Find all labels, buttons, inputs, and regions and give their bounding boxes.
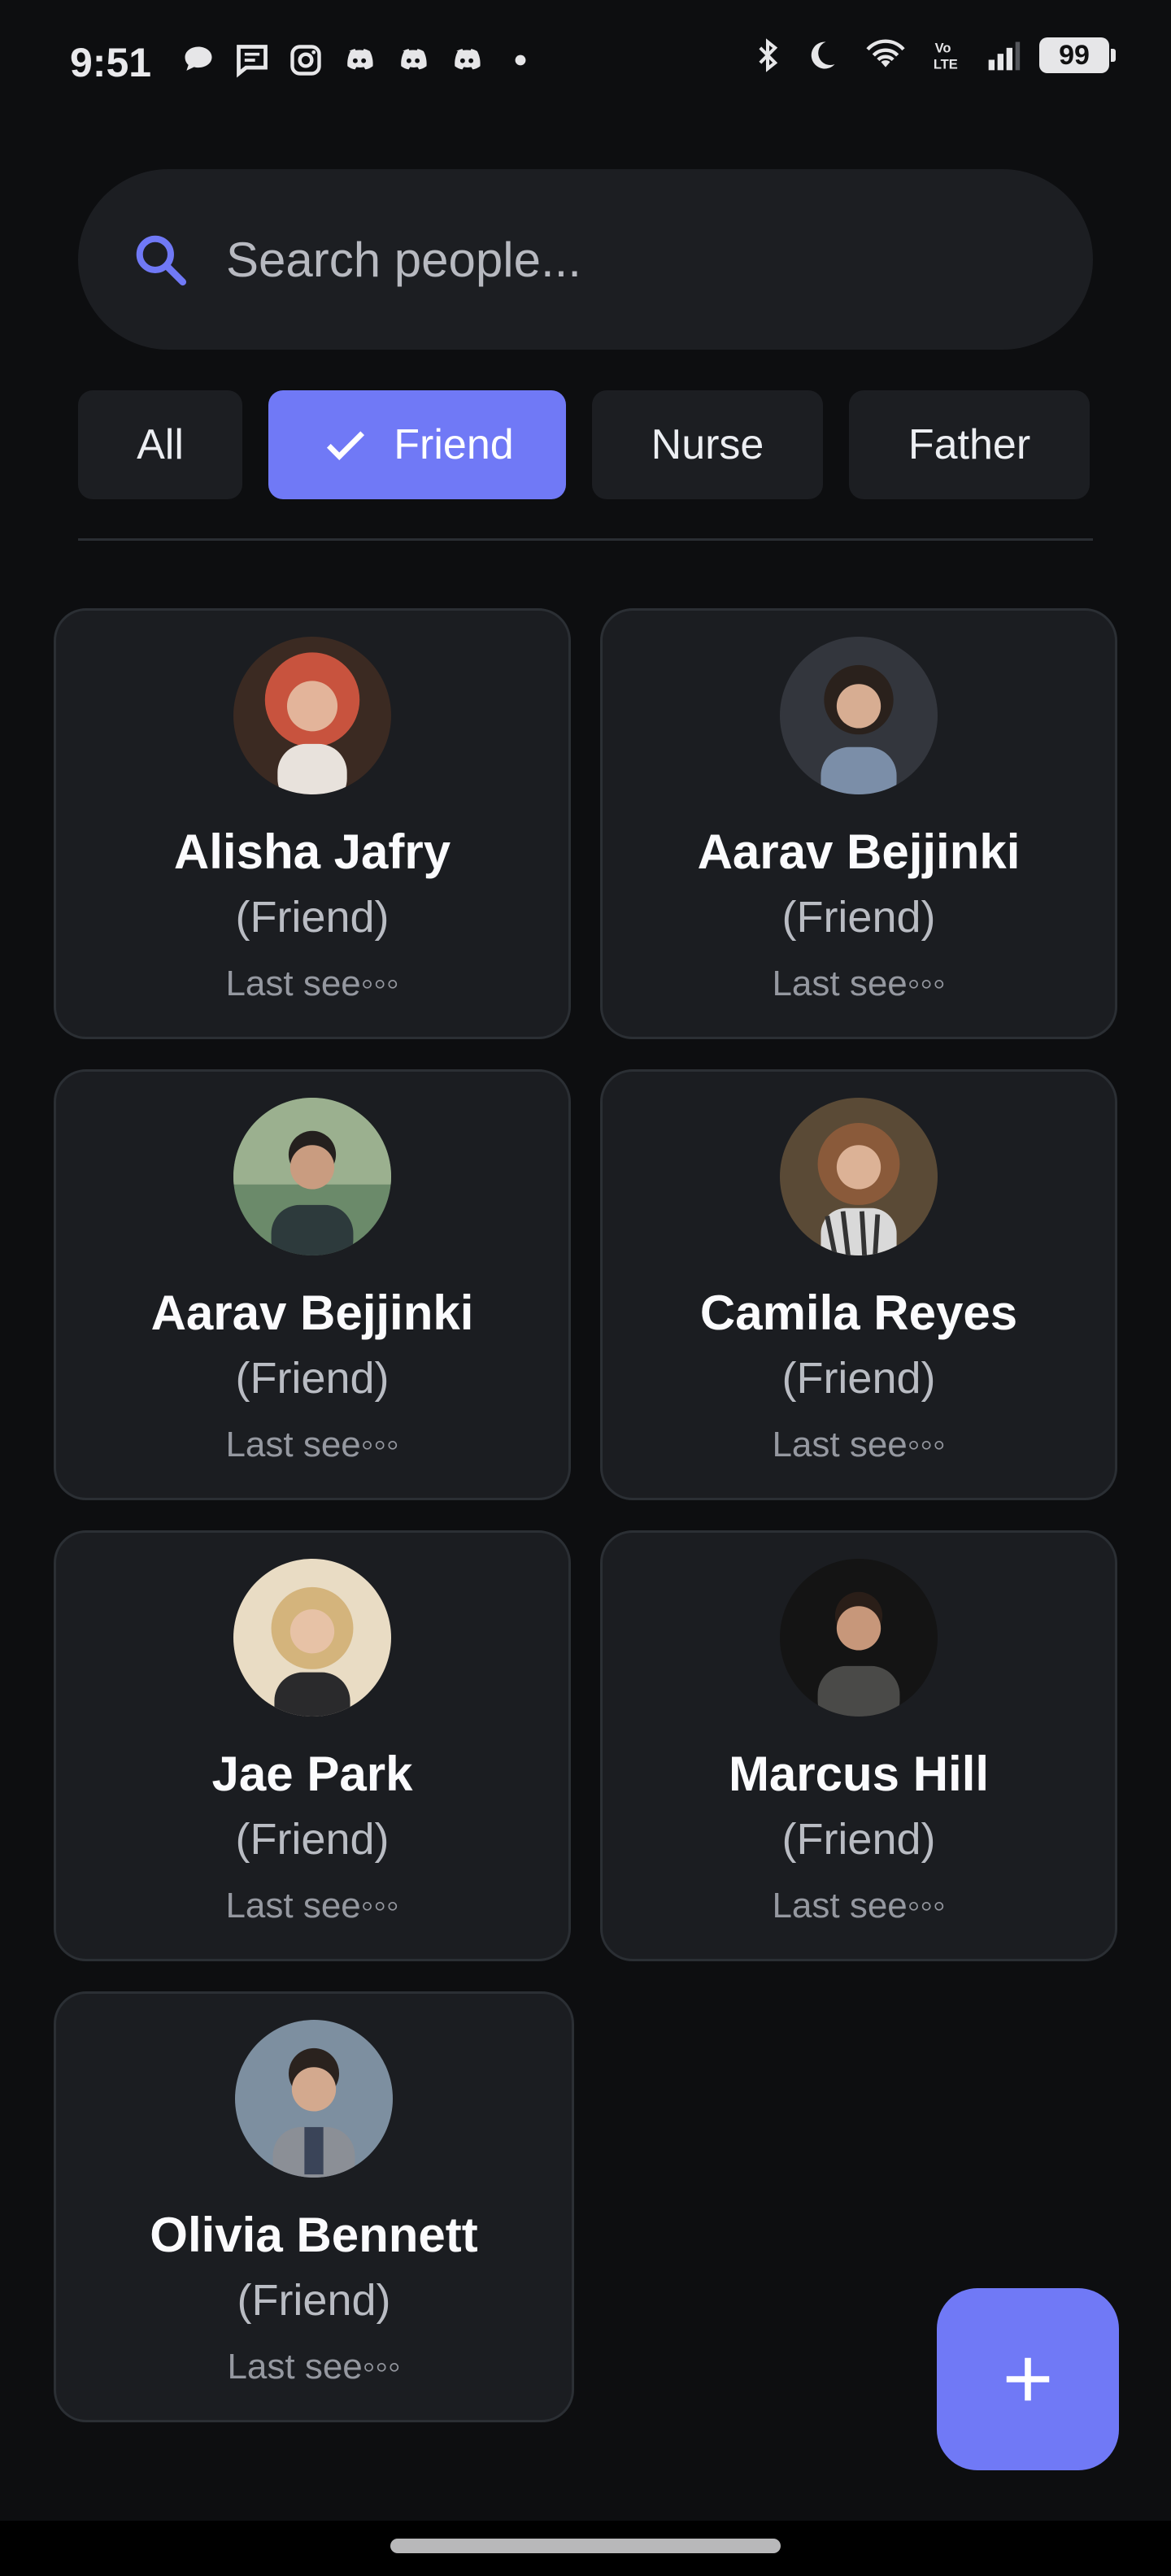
chip-label: Father xyxy=(908,421,1031,468)
last-seen: Last see◦◦◦ xyxy=(225,1425,399,1464)
person-card[interactable]: Olivia Bennett (Friend) Last see◦◦◦ xyxy=(54,1991,574,2422)
chip-label: Nurse xyxy=(651,421,764,468)
last-seen: Last see◦◦◦ xyxy=(772,964,946,1003)
person-name: Aarav Bejjinki xyxy=(697,825,1021,879)
avatar xyxy=(780,637,938,794)
avatar xyxy=(233,1559,391,1717)
svg-text:LTE: LTE xyxy=(934,58,958,72)
person-card[interactable]: Camila Reyes (Friend) Last see◦◦◦ xyxy=(600,1069,1117,1500)
dot-icon xyxy=(503,42,538,78)
last-seen: Last see◦◦◦ xyxy=(225,1886,399,1925)
instagram-icon xyxy=(288,42,324,78)
discord-icon xyxy=(342,42,377,78)
person-relation: (Friend) xyxy=(235,893,390,942)
search-icon[interactable] xyxy=(130,229,190,289)
volte-icon: Vo LTE xyxy=(932,37,968,73)
discord-icon xyxy=(449,42,485,78)
person-card[interactable]: Aarav Bejjinki (Friend) Last see◦◦◦ xyxy=(600,608,1117,1039)
search-input[interactable] xyxy=(224,218,1093,301)
status-bar: 9:51 Vo LTE 99 xyxy=(0,0,1171,130)
avatar xyxy=(233,1098,391,1255)
bluetooth-icon xyxy=(750,37,786,73)
wifi-icon xyxy=(857,37,914,73)
person-name: Jae Park xyxy=(211,1747,413,1801)
person-card[interactable]: Aarav Bejjinki (Friend) Last see◦◦◦ xyxy=(54,1069,571,1500)
person-name: Aarav Bejjinki xyxy=(150,1286,474,1340)
last-seen: Last see◦◦◦ xyxy=(225,964,399,1003)
battery-icon: 99 xyxy=(1039,37,1116,73)
chat-bubble-icon xyxy=(181,42,216,78)
search-bar[interactable] xyxy=(78,169,1093,350)
person-relation: (Friend) xyxy=(237,2276,391,2325)
signal-icon xyxy=(986,37,1021,73)
person-card[interactable]: Marcus Hill (Friend) Last see◦◦◦ xyxy=(600,1530,1117,1961)
discord-icon xyxy=(395,42,431,78)
person-card[interactable]: Jae Park (Friend) Last see◦◦◦ xyxy=(54,1530,571,1961)
filter-chip-nurse[interactable]: Nurse xyxy=(592,390,823,499)
system-icons: Vo LTE 99 xyxy=(750,37,1116,73)
person-name: Marcus Hill xyxy=(728,1747,990,1801)
person-card[interactable]: Alisha Jafry (Friend) Last see◦◦◦ xyxy=(54,608,571,1039)
person-relation: (Friend) xyxy=(781,1815,936,1864)
chip-label: All xyxy=(137,421,184,468)
avatar xyxy=(780,1098,938,1255)
avatar xyxy=(780,1559,938,1717)
last-seen: Last see◦◦◦ xyxy=(227,2347,401,2387)
status-time: 9:51 xyxy=(70,40,152,85)
moon-icon xyxy=(803,37,839,73)
filter-chips: All Friend Nurse Father xyxy=(78,390,1090,499)
message-icon xyxy=(234,42,270,78)
filter-chip-friend[interactable]: Friend xyxy=(268,390,566,499)
person-name: Camila Reyes xyxy=(699,1286,1018,1340)
person-relation: (Friend) xyxy=(235,1354,390,1403)
divider xyxy=(78,538,1093,541)
add-person-button[interactable] xyxy=(937,2288,1119,2470)
chip-label: Friend xyxy=(394,421,514,468)
person-name: Olivia Bennett xyxy=(150,2208,478,2262)
person-relation: (Friend) xyxy=(235,1815,390,1864)
person-name: Alisha Jafry xyxy=(173,825,451,879)
filter-chip-all[interactable]: All xyxy=(78,390,242,499)
person-relation: (Friend) xyxy=(781,893,936,942)
avatar xyxy=(235,2020,393,2178)
person-relation: (Friend) xyxy=(781,1354,936,1403)
last-seen: Last see◦◦◦ xyxy=(772,1425,946,1464)
notification-icons xyxy=(181,42,538,78)
avatar xyxy=(233,637,391,794)
filter-chip-father[interactable]: Father xyxy=(849,390,1090,499)
plus-icon xyxy=(1006,2357,1050,2401)
last-seen: Last see◦◦◦ xyxy=(772,1886,946,1925)
checkmark-icon xyxy=(327,431,365,460)
home-gesture-handle[interactable] xyxy=(390,2539,781,2553)
svg-text:Vo: Vo xyxy=(935,41,951,55)
